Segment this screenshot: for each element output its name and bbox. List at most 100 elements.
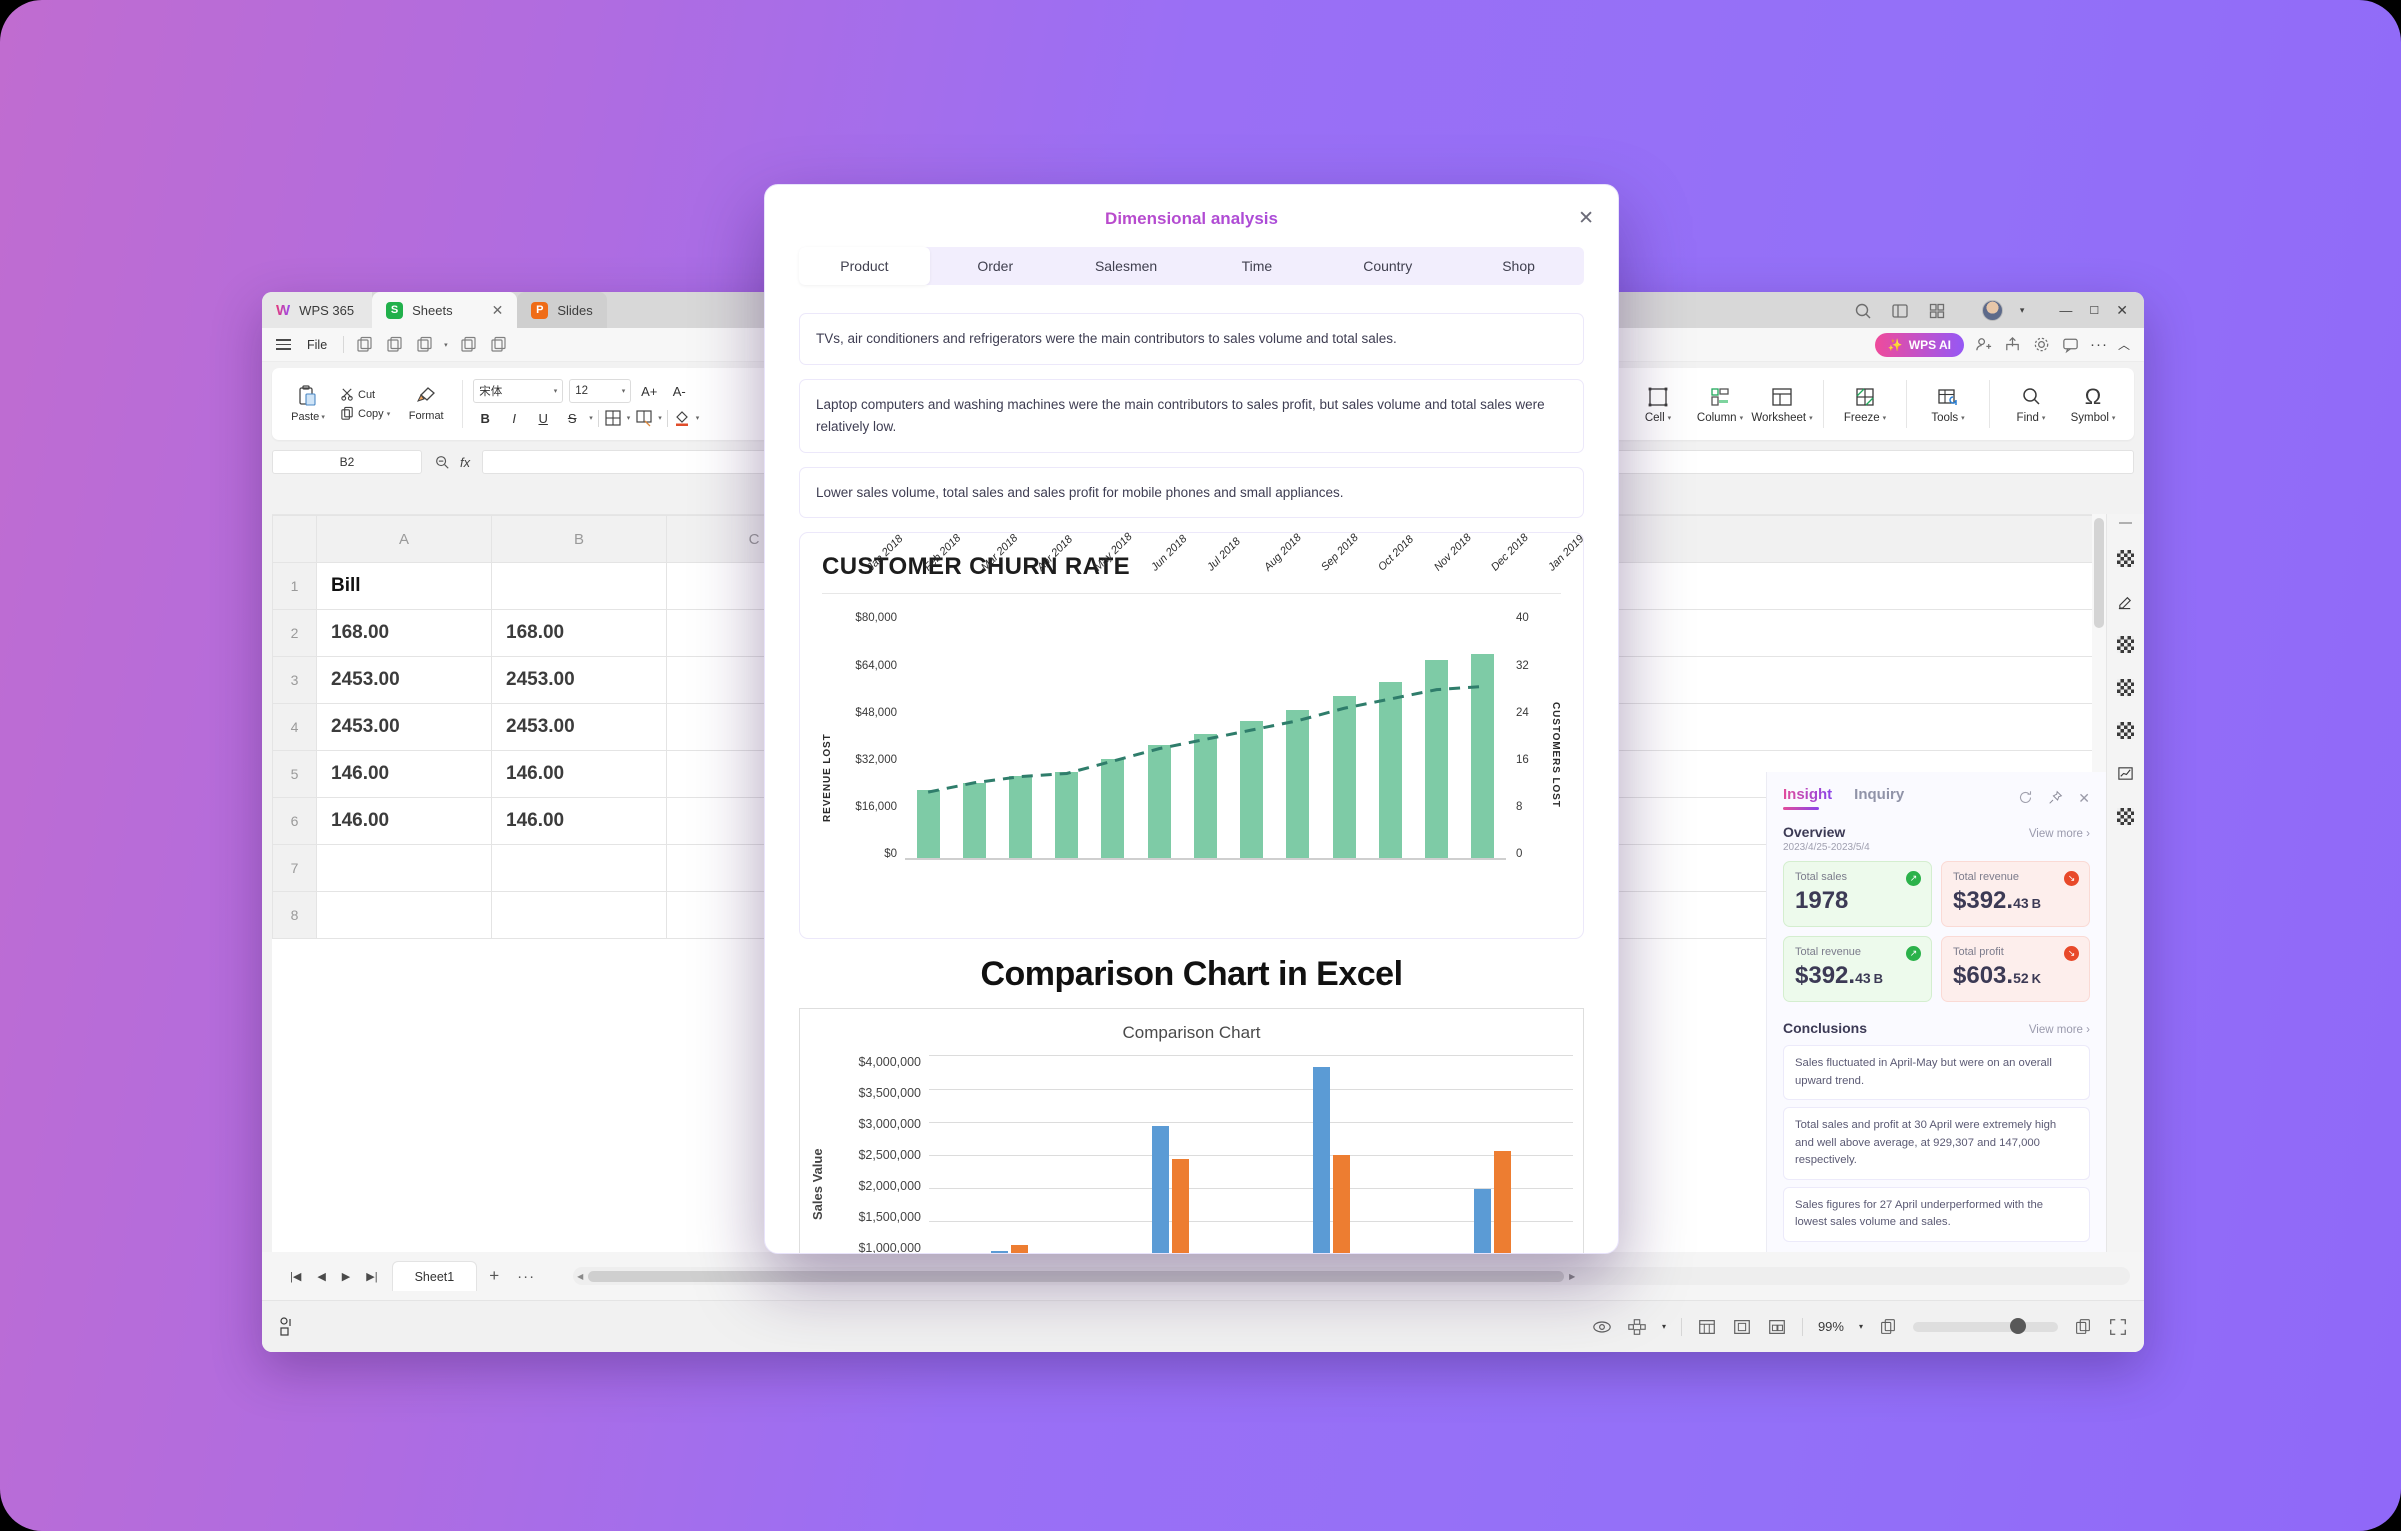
- grid-cell[interactable]: 146.00: [316, 797, 492, 845]
- sheet-tab[interactable]: Sheet1: [391, 1261, 478, 1291]
- close-icon[interactable]: ✕: [2078, 790, 2090, 807]
- modal-insight-card[interactable]: Laptop computers and washing machines we…: [799, 378, 1584, 453]
- overview-view-more[interactable]: View more ›: [2029, 828, 2090, 840]
- grid-cell[interactable]: [491, 891, 667, 939]
- shrink-font-button[interactable]: A-: [667, 380, 691, 402]
- minimize-button[interactable]: —: [2059, 303, 2072, 318]
- horizontal-scrollbar[interactable]: ◀ ▶: [573, 1267, 2130, 1285]
- avatar[interactable]: [1981, 300, 2003, 321]
- copy-button[interactable]: Copy ▾: [340, 406, 390, 421]
- settings-icon[interactable]: [2032, 335, 2051, 354]
- placeholder-icon-2[interactable]: [2117, 636, 2134, 653]
- close-tab-icon[interactable]: ✕: [492, 302, 504, 319]
- chevron-down-icon[interactable]: ▾: [1740, 414, 1744, 422]
- prev-sheet-icon[interactable]: ◀: [317, 1270, 325, 1283]
- share-user-icon[interactable]: [1974, 335, 1993, 354]
- modal-insight-card[interactable]: Lower sales volume, total sales and sale…: [799, 466, 1584, 519]
- document-tab-slides[interactable]: P Slides: [517, 292, 607, 328]
- horizontal-scrollbar-thumb[interactable]: [588, 1270, 1565, 1282]
- zoom-slider-knob[interactable]: [2010, 1317, 2027, 1334]
- first-sheet-icon[interactable]: |◀: [290, 1270, 301, 1283]
- fullscreen-icon[interactable]: [2108, 1317, 2128, 1337]
- worksheet-group[interactable]: Worksheet ▾: [1751, 385, 1813, 424]
- fx-icon[interactable]: fx: [460, 455, 470, 470]
- pen-icon[interactable]: [2117, 593, 2134, 610]
- chevron-down-icon[interactable]: ▾: [696, 414, 700, 422]
- chart-icon[interactable]: [2117, 765, 2134, 782]
- save-icon[interactable]: [354, 335, 374, 355]
- tab-insight[interactable]: Insight: [1783, 786, 1832, 810]
- apps-grid-icon[interactable]: [1927, 301, 1947, 321]
- collapse-ribbon-icon[interactable]: ︿: [2118, 336, 2130, 353]
- kpi-card[interactable]: Total sales ↗ 1978: [1783, 861, 1932, 927]
- chevron-down-icon[interactable]: ▾: [1668, 414, 1672, 422]
- conclusion-card[interactable]: Total sales and profit at 30 April were …: [1783, 1107, 2090, 1180]
- move-icon[interactable]: [1627, 1317, 1647, 1337]
- grid-cell[interactable]: [491, 844, 667, 892]
- sidebar-icon[interactable]: [1890, 301, 1910, 321]
- more-icon[interactable]: ···: [2090, 336, 2108, 353]
- tools-group[interactable]: Tools ▾: [1917, 385, 1979, 424]
- normal-view-icon[interactable]: [1697, 1317, 1717, 1337]
- row-header[interactable]: 3: [272, 656, 317, 704]
- modal-close-icon[interactable]: ✕: [1578, 207, 1594, 230]
- chevron-down-icon[interactable]: ▾: [2020, 305, 2025, 316]
- placeholder-icon-3[interactable]: [2117, 679, 2134, 696]
- grid-cell[interactable]: 2453.00: [316, 703, 492, 751]
- column-group[interactable]: Column ▾: [1689, 385, 1751, 424]
- modal-tab-shop[interactable]: Shop: [1453, 247, 1584, 285]
- grid-cell[interactable]: 146.00: [491, 750, 667, 798]
- chevron-down-icon[interactable]: ▾: [589, 414, 593, 422]
- row-header[interactable]: 5: [272, 750, 317, 798]
- undo-icon[interactable]: [384, 335, 404, 355]
- collapse-handle-icon[interactable]: [2119, 522, 2132, 524]
- record-macro-icon[interactable]: [278, 1316, 298, 1338]
- merge-cells-icon[interactable]: [635, 409, 653, 427]
- page-break-view-icon[interactable]: [1732, 1317, 1752, 1337]
- borders-icon[interactable]: [604, 409, 622, 427]
- modal-insight-card[interactable]: TVs, air conditioners and refrigerators …: [799, 313, 1584, 365]
- chevron-down-icon[interactable]: ▾: [321, 413, 325, 421]
- comment-icon[interactable]: [2061, 335, 2080, 354]
- placeholder-icon-1[interactable]: [2117, 550, 2134, 567]
- placeholder-icon-4[interactable]: [2117, 722, 2134, 739]
- row-header[interactable]: 8: [272, 891, 317, 939]
- freeze-group[interactable]: Freeze ▾: [1834, 385, 1896, 424]
- sheet-more-button[interactable]: ···: [511, 1268, 541, 1285]
- add-sheet-button[interactable]: +: [477, 1266, 511, 1286]
- grid-cell[interactable]: [316, 844, 492, 892]
- grid-cell[interactable]: 146.00: [316, 750, 492, 798]
- kpi-card[interactable]: Total revenue ↘ $392. 43 B: [1941, 861, 2090, 927]
- close-button[interactable]: ✕: [2116, 302, 2128, 319]
- share-icon[interactable]: [2003, 335, 2022, 354]
- scroll-left-arrow-icon[interactable]: ◀: [577, 1272, 583, 1281]
- select-all-corner[interactable]: [272, 515, 317, 563]
- search-icon[interactable]: [1853, 301, 1873, 321]
- menu-icon[interactable]: [276, 338, 291, 351]
- row-header[interactable]: 6: [272, 797, 317, 845]
- column-header-b[interactable]: B: [491, 515, 667, 563]
- chevron-down-icon[interactable]: ▾: [1961, 414, 1965, 422]
- modal-tab-country[interactable]: Country: [1322, 247, 1453, 285]
- kpi-card[interactable]: Total revenue ↗ $392. 43 B: [1783, 936, 1932, 1002]
- grid-cell[interactable]: 168.00: [491, 609, 667, 657]
- grid-cell[interactable]: 2453.00: [491, 703, 667, 751]
- eye-icon[interactable]: [1592, 1317, 1612, 1337]
- print-icon[interactable]: [458, 335, 478, 355]
- grid-cell[interactable]: 146.00: [491, 797, 667, 845]
- conclusion-card[interactable]: Sales figures for 27 April underperforme…: [1783, 1186, 2090, 1242]
- tab-inquiry[interactable]: Inquiry: [1854, 786, 1904, 810]
- maximize-button[interactable]: ☐: [2089, 304, 2099, 317]
- chevron-down-icon[interactable]: ▾: [1883, 414, 1887, 422]
- find-group[interactable]: Find ▾: [2000, 385, 2062, 424]
- chevron-down-icon[interactable]: ▾: [627, 414, 631, 422]
- grid-cell[interactable]: [491, 562, 667, 610]
- row-header[interactable]: 7: [272, 844, 317, 892]
- modal-tab-order[interactable]: Order: [930, 247, 1061, 285]
- italic-button[interactable]: I: [502, 407, 526, 429]
- bold-button[interactable]: B: [473, 407, 497, 429]
- chevron-down-icon[interactable]: ▾: [2042, 414, 2046, 422]
- font-size-select[interactable]: 12 ▾: [569, 379, 632, 403]
- name-box[interactable]: B2: [272, 450, 422, 474]
- grid-cell[interactable]: 2453.00: [316, 656, 492, 704]
